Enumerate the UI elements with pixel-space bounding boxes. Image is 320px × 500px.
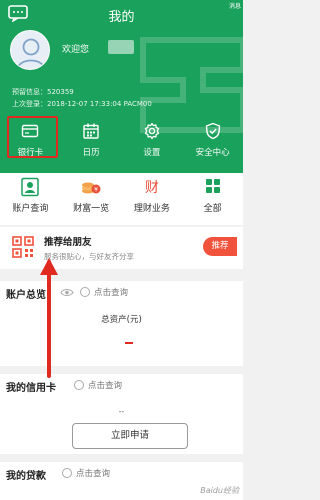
reserved-info-value: 520359 [47,88,74,96]
query-label: 点击查询 [76,469,111,479]
shield-check-icon [205,122,220,140]
total-assets-label: 总资产(元) [101,315,142,325]
query-label: 点击查询 [94,288,129,298]
masked-username [108,40,134,54]
services-grid: 账户查询 ¥ 财富一览 财 理财业务 全部 [0,173,243,225]
last-login: 上次登录：2018-12-07 17:33:04 PACM00 [12,99,152,109]
account-overview-title: 账户总览 [6,290,46,301]
query-label: 点击查询 [88,381,123,391]
quick-action-label: 设置 [143,148,161,158]
last-login-label: 上次登录： [12,100,47,108]
eye-icon[interactable] [60,288,74,297]
quick-action-settings[interactable]: 设置 [122,114,183,170]
account-overview-card: 账户总览 点击查询 总资产(元) [0,281,243,366]
quick-action-security-center[interactable]: 安全中心 [182,114,243,170]
svg-text:¥: ¥ [94,187,98,194]
query-circle-icon [62,468,72,478]
service-label: 财富一览 [73,204,110,214]
account-overview-query[interactable]: 点击查询 [60,286,128,298]
grid-icon [205,179,220,193]
loan-title: 我的贷款 [6,471,46,482]
total-assets-placeholder [125,342,133,344]
page-title: 我的 [108,10,135,25]
credit-card-title: 我的信用卡 [6,383,56,394]
service-label: 账户查询 [12,204,49,214]
avatar[interactable] [10,30,50,70]
recommend-banner[interactable]: 推荐给朋友 服务很贴心，与好友齐分享 推荐 [0,227,243,269]
quick-action-label: 日历 [82,148,100,158]
qr-code-icon [12,236,34,258]
query-circle-icon [74,380,84,390]
finance-icon: 财 [145,180,159,196]
quick-action-label: 安全中心 [195,148,230,158]
service-label: 全部 [203,204,222,214]
recommend-button[interactable]: 推荐 [203,237,237,256]
reserved-info: 预留信息：520359 [12,87,74,97]
bank-card-highlight-annotation [7,116,58,158]
calendar-icon [83,123,99,139]
watermark: Baidu经验 [200,486,239,495]
account-query-icon [21,177,40,197]
recommend-title: 推荐给朋友 [44,237,92,248]
welcome-text: 欢迎您 [62,45,90,55]
service-finance[interactable]: 财 理财业务 [122,173,183,225]
reserved-info-label: 预留信息： [12,88,47,96]
gear-icon [144,122,160,140]
service-label: 理财业务 [133,204,170,214]
service-all[interactable]: 全部 [182,173,243,225]
credit-card-value: -- [118,407,125,416]
credit-card-section: 我的信用卡 点击查询 -- 立即申请 [0,374,243,454]
service-account-query[interactable]: 账户查询 [0,173,61,225]
credit-card-query[interactable]: 点击查询 [74,379,122,391]
default-avatar-icon [11,31,49,69]
wealth-overview-icon: ¥ [82,182,101,194]
query-circle-icon [80,287,90,297]
service-wealth-overview[interactable]: ¥ 财富一览 [61,173,122,225]
messages-shortcut[interactable]: 消息 [229,3,241,27]
loan-query[interactable]: 点击查询 [62,467,110,479]
apply-now-button[interactable]: 立即申请 [72,423,188,449]
quick-action-calendar[interactable]: 日历 [61,114,122,170]
last-login-value: 2018-12-07 17:33:04 PACM00 [47,100,152,108]
finance-glyph: 财 [145,180,159,196]
recommend-subtitle: 服务很贴心，与好友齐分享 [44,252,134,261]
